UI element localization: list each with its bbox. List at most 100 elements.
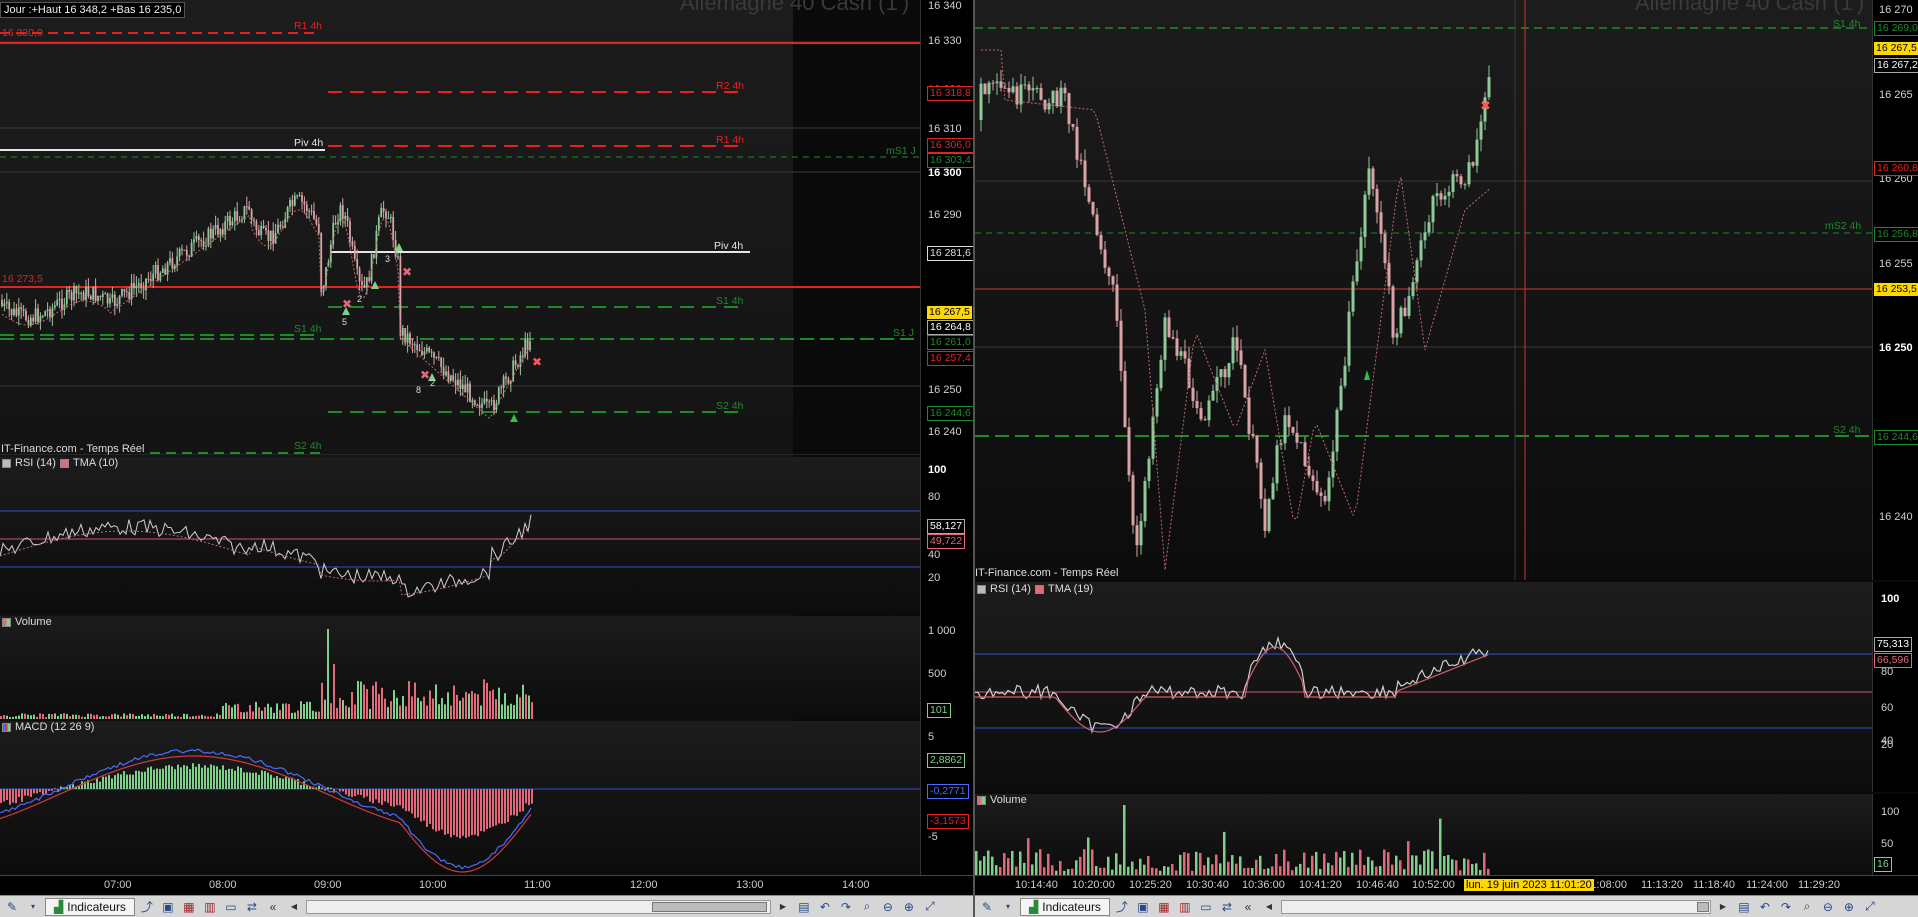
macd-histogram-bar (417, 789, 419, 818)
volume-bar (1003, 853, 1006, 875)
candle-body (29, 317, 32, 326)
zoom-auto-icon[interactable]: ⌕ (858, 898, 876, 916)
share-icon[interactable]: ⤴ (1113, 898, 1131, 916)
right-horizontal-scrollbar[interactable] (1280, 899, 1711, 914)
right-volume-legend: Volume (977, 794, 1027, 806)
candle-body (505, 376, 507, 379)
macd-histogram-bar (231, 768, 233, 789)
dropdown-icon[interactable]: ▾ (999, 898, 1017, 916)
scroll-right-icon[interactable]: ▶ (1714, 898, 1732, 916)
scroll-right-icon[interactable]: ▶ (774, 898, 792, 916)
candle-body (1331, 451, 1335, 478)
left-macd-pane[interactable]: MACD (12 26 9) (0, 721, 920, 875)
volume-bar (1315, 851, 1318, 875)
zoom-out-icon[interactable]: ⊖ (879, 898, 897, 916)
volume-bar (450, 705, 452, 719)
scroll-left-icon[interactable]: ◀ (1260, 898, 1278, 916)
right-price-pane[interactable]: Allemagne 40 Cash (1') ✖ S1 4h mS2 4h S2… (975, 0, 1872, 580)
sync-icon[interactable]: ⇄ (1218, 898, 1236, 916)
candle-body (296, 195, 299, 197)
left-volume-pane[interactable]: Volume (0, 616, 920, 719)
candle-body (1327, 477, 1331, 502)
candle-body (1155, 388, 1159, 417)
volume-bar (1107, 856, 1110, 875)
layout-icon[interactable]: ▥ (201, 898, 219, 916)
right-rsi-pane[interactable]: RSI (14) TMA (19) (975, 582, 1872, 792)
volume-bar (1307, 867, 1310, 875)
zoom-out-icon[interactable]: ⊖ (1819, 898, 1837, 916)
windows-icon[interactable]: ▣ (159, 898, 177, 916)
candle-body (277, 224, 279, 234)
macd-histogram-bar (150, 766, 152, 789)
macd-histogram-bar (525, 789, 527, 804)
zoom-fit-icon[interactable]: ⤢ (1861, 898, 1879, 916)
redo-icon[interactable]: ↷ (1777, 898, 1795, 916)
screen-icon[interactable]: ▭ (222, 898, 240, 916)
scroll-thumb[interactable] (651, 901, 767, 912)
right-price-axis[interactable]: 16 27016 26516 26016 25516 25016 24516 2… (1872, 0, 1918, 580)
zoom-fit-icon[interactable]: ⤢ (921, 898, 939, 916)
candle-body (99, 295, 102, 298)
label-right-ms2: mS2 4h (1825, 220, 1862, 232)
volume-bar (1359, 849, 1362, 875)
calendar-go-icon[interactable]: ▤ (795, 898, 813, 916)
calendar-go-icon[interactable]: ▤ (1735, 898, 1753, 916)
collapse-icon[interactable]: « (1239, 898, 1257, 916)
screen-icon[interactable]: ▭ (1197, 898, 1215, 916)
macd-histogram-bar (489, 789, 491, 828)
macd-histogram-bar (363, 789, 365, 798)
volume-bar (1047, 853, 1050, 875)
draw-pen-icon[interactable]: ✎ (3, 898, 21, 916)
macd-histogram-bar (330, 787, 332, 789)
exit-marker: ✖ (1480, 98, 1491, 113)
volume-bar (306, 701, 308, 719)
sync-icon[interactable]: ⇄ (243, 898, 261, 916)
left-price-pane[interactable]: Allemagne 40 Cash (1') ✖ ✖ ✖ ✖ Jour :+Haut … (0, 0, 920, 455)
volume-bar (1059, 860, 1062, 875)
candle-body (1375, 188, 1379, 213)
volume-bar (27, 714, 29, 719)
candle-body (73, 286, 75, 301)
left-rsi-pane[interactable]: RSI (14) TMA (10) (0, 457, 920, 614)
calendar-icon[interactable]: ▦ (180, 898, 198, 916)
zoom-auto-icon[interactable]: ⌕ (1798, 898, 1816, 916)
macd-histogram-bar (432, 789, 434, 830)
right-price-plot: ✖ (975, 0, 1872, 580)
macd-histogram-bar (510, 789, 512, 816)
volume-bar (336, 707, 338, 719)
redo-icon[interactable]: ↷ (837, 898, 855, 916)
collapse-icon[interactable]: « (264, 898, 282, 916)
volume-bar (105, 716, 107, 719)
left-time-axis[interactable]: 07:00 08:00 09:00 10:00 11:00 12:00 13:00 14:00 (0, 875, 973, 895)
candle-body (293, 195, 296, 206)
windows-icon[interactable]: ▣ (1134, 898, 1152, 916)
volume-bar (243, 712, 245, 719)
volume-bar (1395, 855, 1398, 875)
left-horizontal-scrollbar[interactable] (305, 899, 771, 914)
dropdown-icon[interactable]: ▾ (24, 898, 42, 916)
share-icon[interactable]: ⤴ (138, 898, 156, 916)
macd-histogram-bar (342, 789, 344, 792)
draw-pen-icon[interactable]: ✎ (978, 898, 996, 916)
calendar-icon[interactable]: ▦ (1155, 898, 1173, 916)
scroll-left-icon[interactable]: ◀ (285, 898, 303, 916)
cursor-time-tag: lun. 19 juin 2023 11:01:20 (1464, 879, 1594, 891)
left-header-info: Jour :+Haut 16 348,2 +Bas 16 235,0 (0, 2, 186, 18)
right-time-axis[interactable]: 10:14:40 10:20:00 10:25:20 10:30:40 10:36:00… (975, 875, 1918, 895)
volume-bar (1239, 856, 1242, 875)
undo-icon[interactable]: ↶ (1756, 898, 1774, 916)
scroll-thumb[interactable] (1696, 901, 1709, 912)
candle-body (481, 403, 483, 408)
layout-icon[interactable]: ▥ (1176, 898, 1194, 916)
right-volume-pane[interactable]: Volume (975, 794, 1872, 875)
volume-bar (378, 694, 380, 719)
volume-bar (429, 690, 431, 719)
candle-body (159, 272, 162, 281)
undo-icon[interactable]: ↶ (816, 898, 834, 916)
indicators-button[interactable]: ▟ Indicateurs (45, 897, 135, 916)
zoom-in-icon[interactable]: ⊕ (1840, 898, 1858, 916)
volume-bar (498, 687, 500, 719)
macd-histogram-bar (177, 764, 179, 789)
indicators-button[interactable]: ▟ Indicateurs (1020, 897, 1110, 916)
zoom-in-icon[interactable]: ⊕ (900, 898, 918, 916)
